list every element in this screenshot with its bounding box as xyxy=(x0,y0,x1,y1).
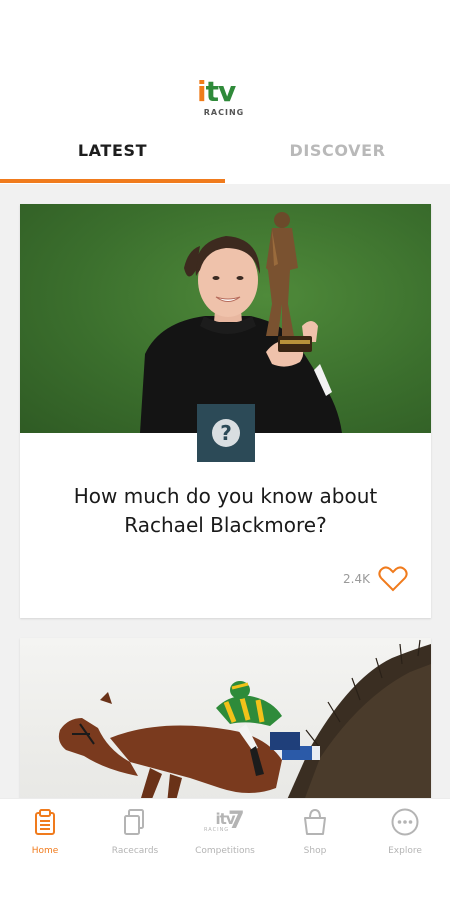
nav-shop[interactable]: Shop xyxy=(270,799,360,869)
logo-wordmark: itv xyxy=(197,75,237,108)
nav-label: Racecards xyxy=(111,846,159,856)
logo-subtitle: RACING xyxy=(203,108,245,117)
like-control[interactable]: 2.4K xyxy=(343,564,408,594)
quiz-badge: ? xyxy=(197,404,255,462)
more-icon xyxy=(391,808,419,836)
itv-racing-logo[interactable]: itv RACING xyxy=(197,78,255,120)
nav-competitions[interactable]: itv 7 RACING Competitions xyxy=(180,799,270,869)
itv7-icon: itv 7 RACING xyxy=(202,806,248,839)
itv7-number: 7 xyxy=(228,806,245,834)
latest-feed[interactable]: ? How much do you know about Rachael Bla… xyxy=(0,184,450,798)
clipboard-icon xyxy=(35,809,55,835)
nav-explore[interactable]: Explore xyxy=(360,799,450,869)
jockey-trophy-illustration xyxy=(140,212,342,433)
active-tab-indicator xyxy=(0,179,225,183)
horse-jumping-fence-photo xyxy=(20,638,431,798)
horse-jump-illustration xyxy=(58,639,431,798)
bottom-navigation: Home Racecards itv 7 RACING Competitions… xyxy=(0,798,450,900)
article-title[interactable]: How much do you know about Rachael Black… xyxy=(40,482,411,540)
itv7-subtitle: RACING xyxy=(204,827,230,833)
tab-latest[interactable]: LATEST xyxy=(0,132,225,184)
nav-label: Explore xyxy=(388,846,422,856)
article-card[interactable] xyxy=(20,638,431,798)
logo-wordmark-rest: tv xyxy=(205,75,237,108)
like-count: 2.4K xyxy=(343,572,370,586)
tab-bar: LATEST DISCOVER xyxy=(0,132,450,184)
question-mark-icon: ? xyxy=(212,419,240,447)
nav-racecards[interactable]: Racecards xyxy=(90,799,180,869)
cards-icon xyxy=(124,809,144,835)
nav-label: Shop xyxy=(303,846,327,856)
jockey-holding-trophy-photo xyxy=(20,204,431,433)
heart-icon[interactable] xyxy=(378,566,408,592)
nav-label: Home xyxy=(31,846,59,856)
article-card[interactable]: ? How much do you know about Rachael Bla… xyxy=(20,204,431,618)
nav-label: Competitions xyxy=(195,846,255,856)
tab-discover[interactable]: DISCOVER xyxy=(225,132,450,184)
nav-home[interactable]: Home xyxy=(0,799,90,869)
shopping-bag-icon xyxy=(304,808,326,835)
